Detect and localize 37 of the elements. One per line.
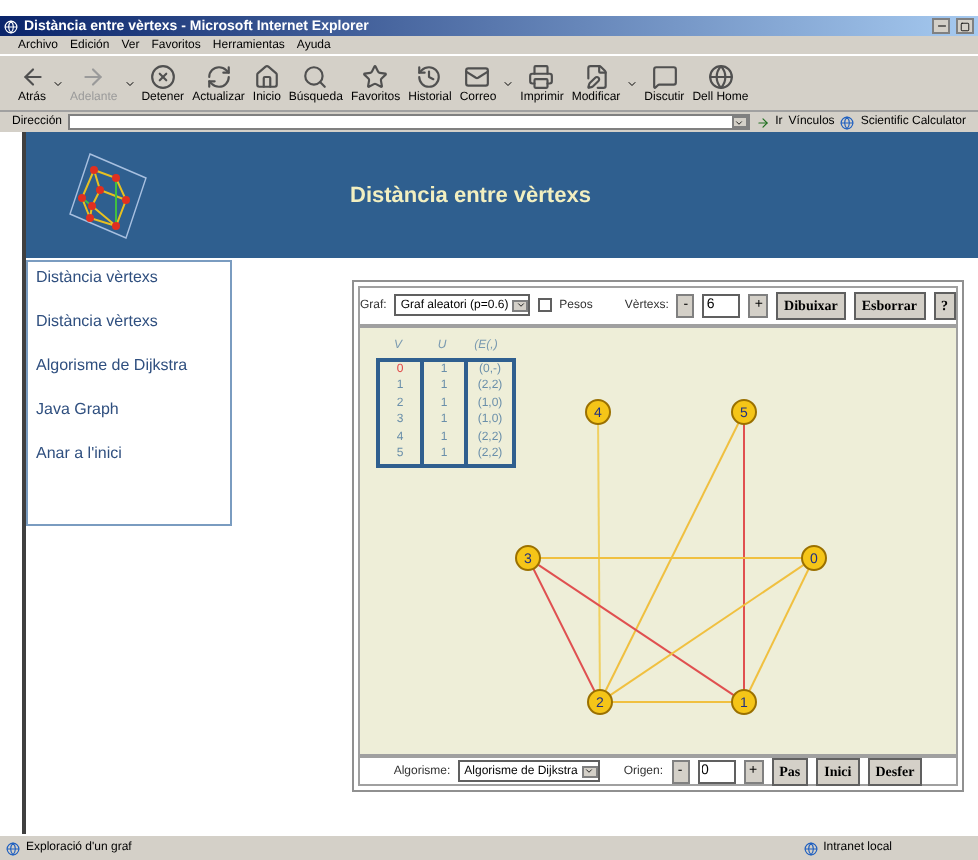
caret-icon[interactable] <box>502 77 515 89</box>
minimize-button[interactable] <box>932 18 950 34</box>
maximize-icon <box>960 21 970 31</box>
sidebar-link[interactable]: Algorisme de Dijkstra <box>36 356 222 374</box>
sidebar-link[interactable]: Java Graph <box>36 400 222 418</box>
refresh-icon <box>205 63 232 89</box>
zone-icon <box>803 841 818 855</box>
back-arrow-icon <box>19 63 45 89</box>
stop-icon <box>149 63 176 89</box>
sidebar-link[interactable]: Distància vèrtexs <box>36 268 222 286</box>
page-title: Distància entre vèrtexs <box>350 183 591 207</box>
home-icon <box>253 63 280 89</box>
sidebar-link[interactable]: Anar a l'inici <box>36 444 222 462</box>
page-icon <box>6 841 20 855</box>
star-icon <box>362 63 389 89</box>
page-icon[interactable] <box>840 115 855 129</box>
address-field[interactable] <box>68 114 750 130</box>
mail-icon <box>464 63 491 89</box>
caret-icon[interactable] <box>52 77 65 89</box>
caret-icon[interactable] <box>626 77 639 89</box>
graph-logo-icon <box>66 149 150 241</box>
go-icon[interactable] <box>755 115 770 129</box>
forward-arrow-icon <box>80 63 107 89</box>
search-icon <box>302 63 329 89</box>
caret-icon <box>584 766 595 776</box>
weights-checkbox[interactable] <box>538 298 552 313</box>
dropdown-button[interactable] <box>731 116 748 128</box>
speech-bubble-icon <box>651 63 678 89</box>
maximize-button[interactable] <box>956 18 974 34</box>
history-icon <box>416 63 443 89</box>
globe-icon <box>707 63 734 89</box>
printer-icon <box>528 63 555 89</box>
minimize-icon <box>935 20 947 32</box>
edit-icon <box>583 63 609 89</box>
sidebar-link[interactable]: Distància vèrtexs <box>36 312 222 330</box>
caret-icon <box>515 300 526 311</box>
caret-icon <box>734 117 745 127</box>
